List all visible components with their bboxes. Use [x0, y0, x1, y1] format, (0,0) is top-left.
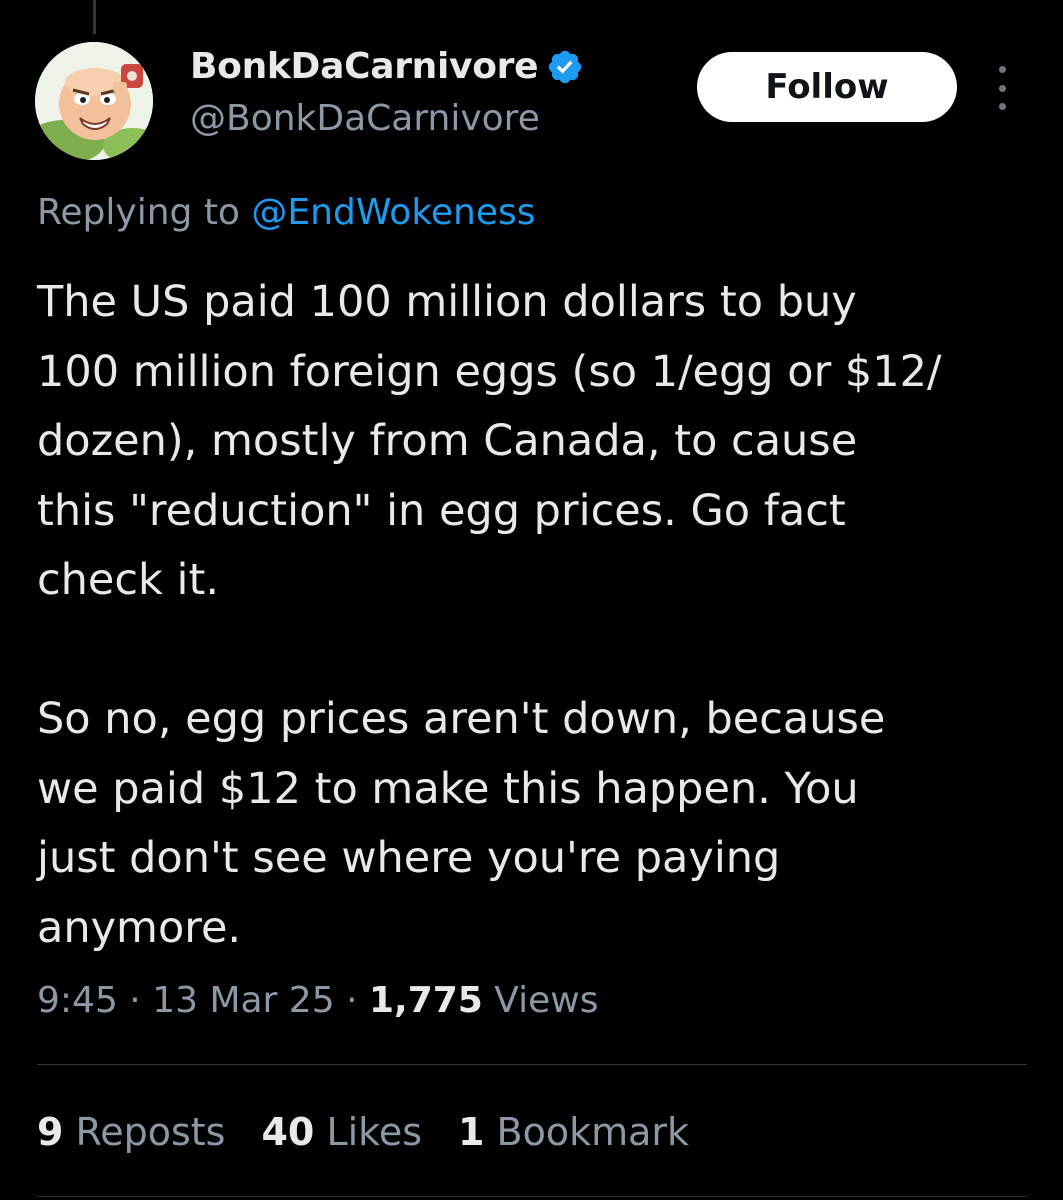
thread-connector-line	[93, 0, 96, 34]
tweet-paragraph-1: The US paid 100 million dollars to buy 1…	[37, 277, 942, 605]
views-count: 1,775	[368, 980, 483, 1021]
divider	[37, 1196, 1027, 1197]
views-label: Views	[482, 980, 599, 1021]
author-display-name[interactable]: BonkDaCarnivore	[190, 46, 539, 87]
verified-badge-icon	[546, 48, 584, 86]
bookmarks-count: 1	[458, 1110, 485, 1154]
bookmarks-label: Bookmark	[484, 1110, 690, 1154]
bookmarks-stat[interactable]: 1 Bookmark	[458, 1110, 689, 1154]
reply-context: Replying to @EndWokeness	[37, 192, 536, 233]
follow-button[interactable]: Follow	[697, 52, 957, 122]
tweet-meta: 9:45 · 13 Mar 25 · 1,775 Views	[37, 980, 598, 1021]
reposts-stat[interactable]: 9 Reposts	[37, 1110, 225, 1154]
engagement-stats: 9 Reposts 40 Likes 1 Bookmark	[37, 1110, 725, 1154]
more-dot	[998, 103, 1006, 110]
reposts-count: 9	[37, 1110, 64, 1154]
tweet-date[interactable]: 13 Mar 25	[152, 980, 334, 1021]
author-handle[interactable]: @BonkDaCarnivore	[190, 98, 540, 139]
reply-prefix: Replying to	[37, 192, 252, 233]
meta-separator: ·	[117, 980, 153, 1021]
tweet-text: The US paid 100 million dollars to buy 1…	[37, 268, 1027, 963]
reply-mention-link[interactable]: @EndWokeness	[251, 192, 535, 233]
more-dot	[998, 66, 1006, 73]
more-dot	[998, 84, 1006, 92]
more-options-icon[interactable]	[990, 66, 1014, 110]
likes-stat[interactable]: 40 Likes	[261, 1110, 422, 1154]
meta-separator: ·	[334, 980, 369, 1021]
reposts-label: Reposts	[63, 1110, 226, 1154]
avatar-illustration	[35, 42, 153, 160]
likes-count: 40	[261, 1110, 315, 1154]
avatar[interactable]	[35, 42, 153, 160]
likes-label: Likes	[314, 1110, 423, 1154]
author-name-row[interactable]: BonkDaCarnivore	[190, 46, 584, 87]
tweet-time[interactable]: 9:45	[37, 980, 118, 1021]
divider	[37, 1064, 1027, 1065]
tweet-paragraph-2: So no, egg prices aren't down, because w…	[37, 694, 886, 953]
